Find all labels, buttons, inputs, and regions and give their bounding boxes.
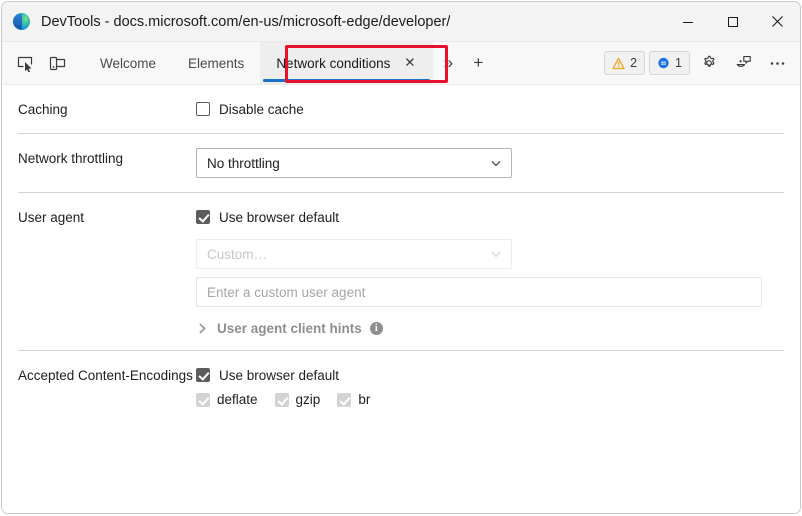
ua-custom-input: Enter a custom user agent [196,277,762,307]
tab-close-icon[interactable]: ✕ [402,55,417,71]
encoding-option-br: br [337,392,370,407]
user-agent-body: Use browser default Custom… Enter a cust… [196,207,784,336]
ua-use-default-label: Use browser default [219,209,340,225]
ua-use-default-checkbox[interactable] [196,210,210,224]
warning-triangle-icon [612,57,625,69]
inspect-element-icon[interactable] [10,48,40,78]
encoding-options: deflate gzip br [196,392,784,407]
caching-label: Caching [18,102,68,117]
disable-cache-label: Disable cache [219,101,304,117]
chevron-down-icon [489,156,503,170]
gear-icon[interactable] [694,48,724,78]
more-tabs-icon[interactable]: » [433,48,463,78]
gzip-label: gzip [295,392,321,407]
ua-custom-select-value: Custom… [207,246,268,262]
throttling-value: No throttling [207,155,280,171]
tab-label: Elements [188,55,245,71]
deflate-label: deflate [217,392,258,407]
encoding-option-deflate: deflate [196,392,258,407]
section-accepted-encodings: Accepted Content-Encodings Use browser d… [18,351,784,421]
device-emulation-icon[interactable] [42,48,72,78]
tab-elements[interactable]: Elements [172,42,260,84]
tool-icons [2,42,72,84]
disable-cache-row[interactable]: Disable cache [196,99,784,119]
add-tab-icon[interactable]: + [463,48,493,78]
gzip-checkbox [274,392,289,407]
tab-label: Welcome [100,55,157,71]
br-label: br [358,392,371,407]
warnings-count: 2 [630,56,638,70]
ua-custom-select: Custom… [196,239,512,269]
throttling-body: No throttling [196,148,784,178]
devtools-window: DevTools - docs.microsoft.com/en-us/micr… [1,1,801,514]
issues-count: 1 [675,56,682,70]
tab-welcome[interactable]: Welcome [84,42,172,84]
issues-badge[interactable]: 1 [649,51,690,75]
edge-logo-icon [13,13,30,30]
issues-bubble-icon [658,57,669,68]
user-agent-client-hints-toggle[interactable]: User agent client hints i [196,321,784,336]
title-bar-left: DevTools - docs.microsoft.com/en-us/micr… [2,13,665,30]
section-throttling: Network throttling No throttling [18,134,784,192]
disable-cache-checkbox[interactable] [196,102,210,116]
warnings-badge[interactable]: 2 [604,51,646,75]
section-caching: Caching Disable cache [18,85,784,133]
throttling-select[interactable]: No throttling [196,148,512,178]
minimize-button[interactable] [665,2,710,41]
encoding-option-gzip: gzip [274,392,321,407]
section-user-agent: User agent Use browser default Custom… E… [18,193,784,350]
enc-use-default-label: Use browser default [219,367,340,383]
chevron-right-icon [196,322,209,335]
devtools-tabstrip: Welcome Elements Network conditions ✕ » … [2,42,800,85]
maximize-button[interactable] [710,2,755,41]
br-checkbox [337,392,352,407]
window-title: DevTools - docs.microsoft.com/en-us/micr… [41,13,451,30]
ua-custom-input-placeholder: Enter a custom user agent [207,284,366,300]
window-controls [665,2,800,41]
deflate-checkbox [196,392,210,407]
user-agent-label: User agent [18,210,85,225]
more-options-icon[interactable] [762,48,792,78]
encodings-label: Accepted Content-Encodings [18,368,193,383]
caching-body: Disable cache [196,99,784,119]
enc-use-default-row[interactable]: Use browser default [196,365,784,385]
tabstrip-actions: 2 1 [604,42,800,84]
feedback-icon[interactable] [728,48,758,78]
info-icon[interactable]: i [369,322,383,335]
tab-label: Network conditions [276,55,391,71]
throttling-label: Network throttling [18,151,124,166]
client-hints-label: User agent client hints [217,321,362,336]
enc-use-default-checkbox[interactable] [196,368,210,382]
title-bar: DevTools - docs.microsoft.com/en-us/micr… [2,2,800,42]
network-conditions-panel: Caching Disable cache Network throttling… [2,85,800,513]
tab-list: Welcome Elements Network conditions ✕ [84,42,434,84]
ua-use-default-row[interactable]: Use browser default [196,207,784,227]
chevron-down-icon [489,247,503,261]
encodings-body: Use browser default deflate gzip br [196,365,784,407]
tab-network-conditions[interactable]: Network conditions ✕ [260,42,434,84]
close-button[interactable] [755,2,800,41]
